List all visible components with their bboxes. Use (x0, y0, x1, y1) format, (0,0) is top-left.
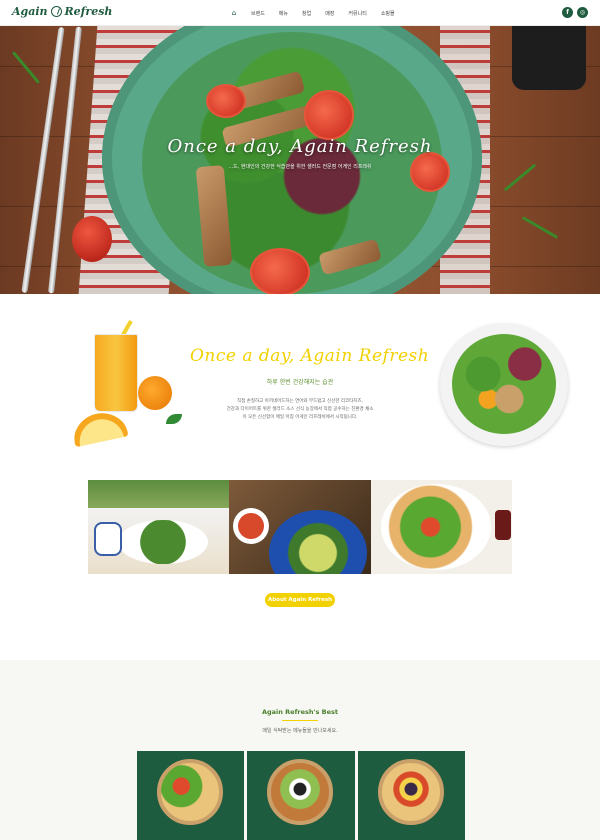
nav-item-franchise[interactable]: 창업 (295, 10, 318, 17)
site-header: Again Refresh ⌂ 브랜드 메뉴 창업 매장 커뮤니티 쇼핑몰 f … (0, 0, 600, 26)
herb-image (521, 216, 559, 239)
hero-text: Once a day, Again Refresh ...드, 현대인의 건강한… (0, 136, 600, 170)
nav-item-shop[interactable]: 쇼핑몰 (374, 10, 402, 17)
nav-item-menu[interactable]: 메뉴 (272, 10, 295, 17)
title-divider (282, 720, 318, 721)
hero-script-title: Once a day, Again Refresh (167, 136, 433, 157)
gallery-image-bowls (229, 480, 371, 574)
orange-slice-image (69, 406, 129, 448)
salad-bowl-image (377, 759, 444, 825)
intro-text: Once a day, Again Refresh 하루 한번 건강해지는 습관… (190, 294, 430, 422)
intro-description: 직접 손질하고 아끼네어드하는 연어와 부드럽고 신선한 리코타치즈, 건강과 … (190, 398, 410, 422)
herb-image (11, 51, 41, 84)
salad-plate (118, 520, 208, 564)
about-button[interactable]: About Again Refresh (265, 593, 335, 607)
spice-jar-image (512, 26, 586, 90)
best-section: Again Refresh's Best 매일 식탁받는 메뉴들을 만나보세요. (0, 660, 600, 840)
nav-item-brand[interactable]: 브랜드 (244, 10, 272, 17)
best-title: Again Refresh's Best (261, 708, 338, 716)
facebook-icon[interactable]: f (562, 7, 573, 18)
tomato-bowl (233, 508, 270, 544)
leaf-icon (50, 6, 62, 17)
salad-bowl-image (157, 759, 223, 825)
intro-desc-line: 직접 손질하고 아끼네어드하는 연어와 부드럽고 신선한 리코타치즈, (237, 399, 363, 404)
home-icon[interactable]: ⌂ (224, 9, 244, 17)
photo-gallery (88, 480, 512, 574)
salad-bowl-image (267, 759, 334, 825)
salad-plate (380, 484, 491, 570)
logo[interactable]: Again Refresh (12, 5, 112, 18)
social-links: f ◎ (562, 7, 588, 18)
tomato-slice (250, 248, 310, 294)
instagram-icon[interactable]: ◎ (577, 7, 588, 18)
orange-juice-image (94, 334, 138, 412)
hero-banner: Once a day, Again Refresh ...드, 현대인의 건강한… (0, 26, 600, 294)
cherry-tomato-image (72, 216, 112, 262)
nav-item-community[interactable]: 커뮤니티 (341, 10, 373, 17)
main-nav: ⌂ 브랜드 메뉴 창업 매장 커뮤니티 쇼핑몰 (224, 0, 402, 26)
leaf-image (166, 414, 182, 424)
gallery-image-table (88, 480, 230, 574)
intro-desc-line: 이 모든 신선함이 매일 아침 어게인 리프레쉬에서 시작됩니다. (242, 415, 358, 420)
intro-desc-line: 건강과 다이어트를 위한 샐러드 소스 선식 농장에서 직접 공수하는 친환경 … (226, 407, 374, 412)
logo-text-left: Again (12, 5, 48, 18)
pepper-image (494, 510, 511, 540)
best-menu-card[interactable] (357, 751, 465, 840)
logo-text-right: Refresh (64, 5, 113, 18)
orange-image (138, 376, 172, 410)
blue-plate (269, 510, 368, 574)
best-subtitle: 매일 식탁받는 메뉴들을 만나보세요. (262, 728, 338, 734)
intro-script-title: Once a day, Again Refresh (190, 346, 430, 366)
intro-section: Once a day, Again Refresh 하루 한번 건강해지는 습관… (0, 294, 600, 474)
best-menu-card[interactable] (247, 751, 355, 840)
hero-subtitle: ...드, 현대인의 건강한 식습관을 위한 샐러드 전문점 어게인 리프레쉬 (228, 164, 372, 170)
gallery-image-salad (370, 480, 512, 574)
nav-item-store[interactable]: 매장 (318, 10, 341, 17)
tomato-slice (206, 84, 246, 118)
tomato-slice (304, 90, 354, 140)
intro-subtitle: 하루 한번 건강해지는 습관 (266, 379, 334, 386)
cup-image (94, 522, 122, 556)
best-menu-card[interactable] (137, 751, 245, 840)
best-menu-cards (137, 751, 465, 840)
page: Again Refresh ⌂ 브랜드 메뉴 창업 매장 커뮤니티 쇼핑몰 f … (0, 0, 600, 840)
salad-image (452, 334, 556, 434)
